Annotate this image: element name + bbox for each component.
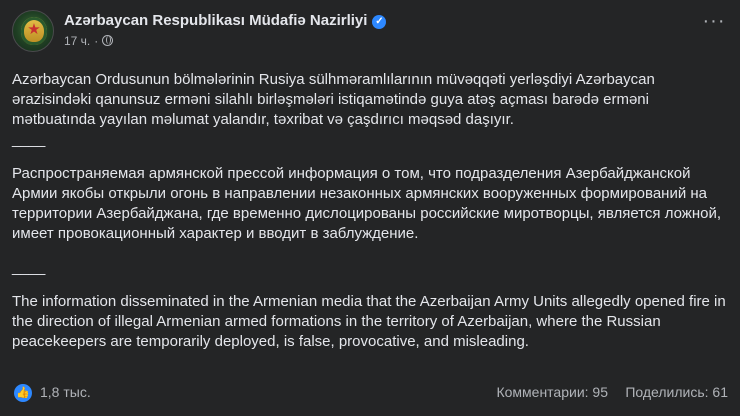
- comments-count[interactable]: Комментарии: 95: [496, 384, 608, 400]
- star-icon: ★: [27, 21, 41, 38]
- globe-icon[interactable]: [102, 35, 114, 46]
- paragraph-english: The information disseminated in the Arme…: [12, 293, 726, 350]
- verified-badge-icon: ✓: [372, 15, 387, 29]
- separator-2: ____: [12, 259, 46, 276]
- page-avatar[interactable]: ★: [12, 10, 54, 52]
- post-time[interactable]: 17 ч.: [64, 34, 90, 48]
- paragraph-russian: Распространяемая армянской прессой инфор…: [12, 165, 722, 242]
- page-name[interactable]: Azərbaycan Respublikası Müdafiə Nazirliy…: [64, 12, 367, 29]
- post-meta: 17 ч. ·: [64, 34, 114, 48]
- post-header: ★ Azərbaycan Respublikası Müdafiə Nazirl…: [12, 10, 728, 60]
- meta-dot: ·: [94, 34, 99, 48]
- page-name-link[interactable]: Azərbaycan Respublikası Müdafiə Nazirliy…: [64, 12, 387, 29]
- post-body: Azərbaycan Ordusunun bölmələrinin Rusiya…: [12, 70, 726, 352]
- shares-count[interactable]: Поделились: 61: [625, 384, 728, 400]
- separator-1: ____: [12, 131, 46, 148]
- like-reaction-icon[interactable]: 👍: [14, 384, 32, 402]
- post-footer: 👍 1,8 тыс. Комментарии: 95 Поделились: 6…: [12, 383, 728, 403]
- reactions-count[interactable]: 1,8 тыс.: [40, 384, 91, 400]
- paragraph-azerbaijani: Azərbaycan Ordusunun bölmələrinin Rusiya…: [12, 71, 655, 128]
- more-options-button[interactable]: ···: [700, 11, 728, 34]
